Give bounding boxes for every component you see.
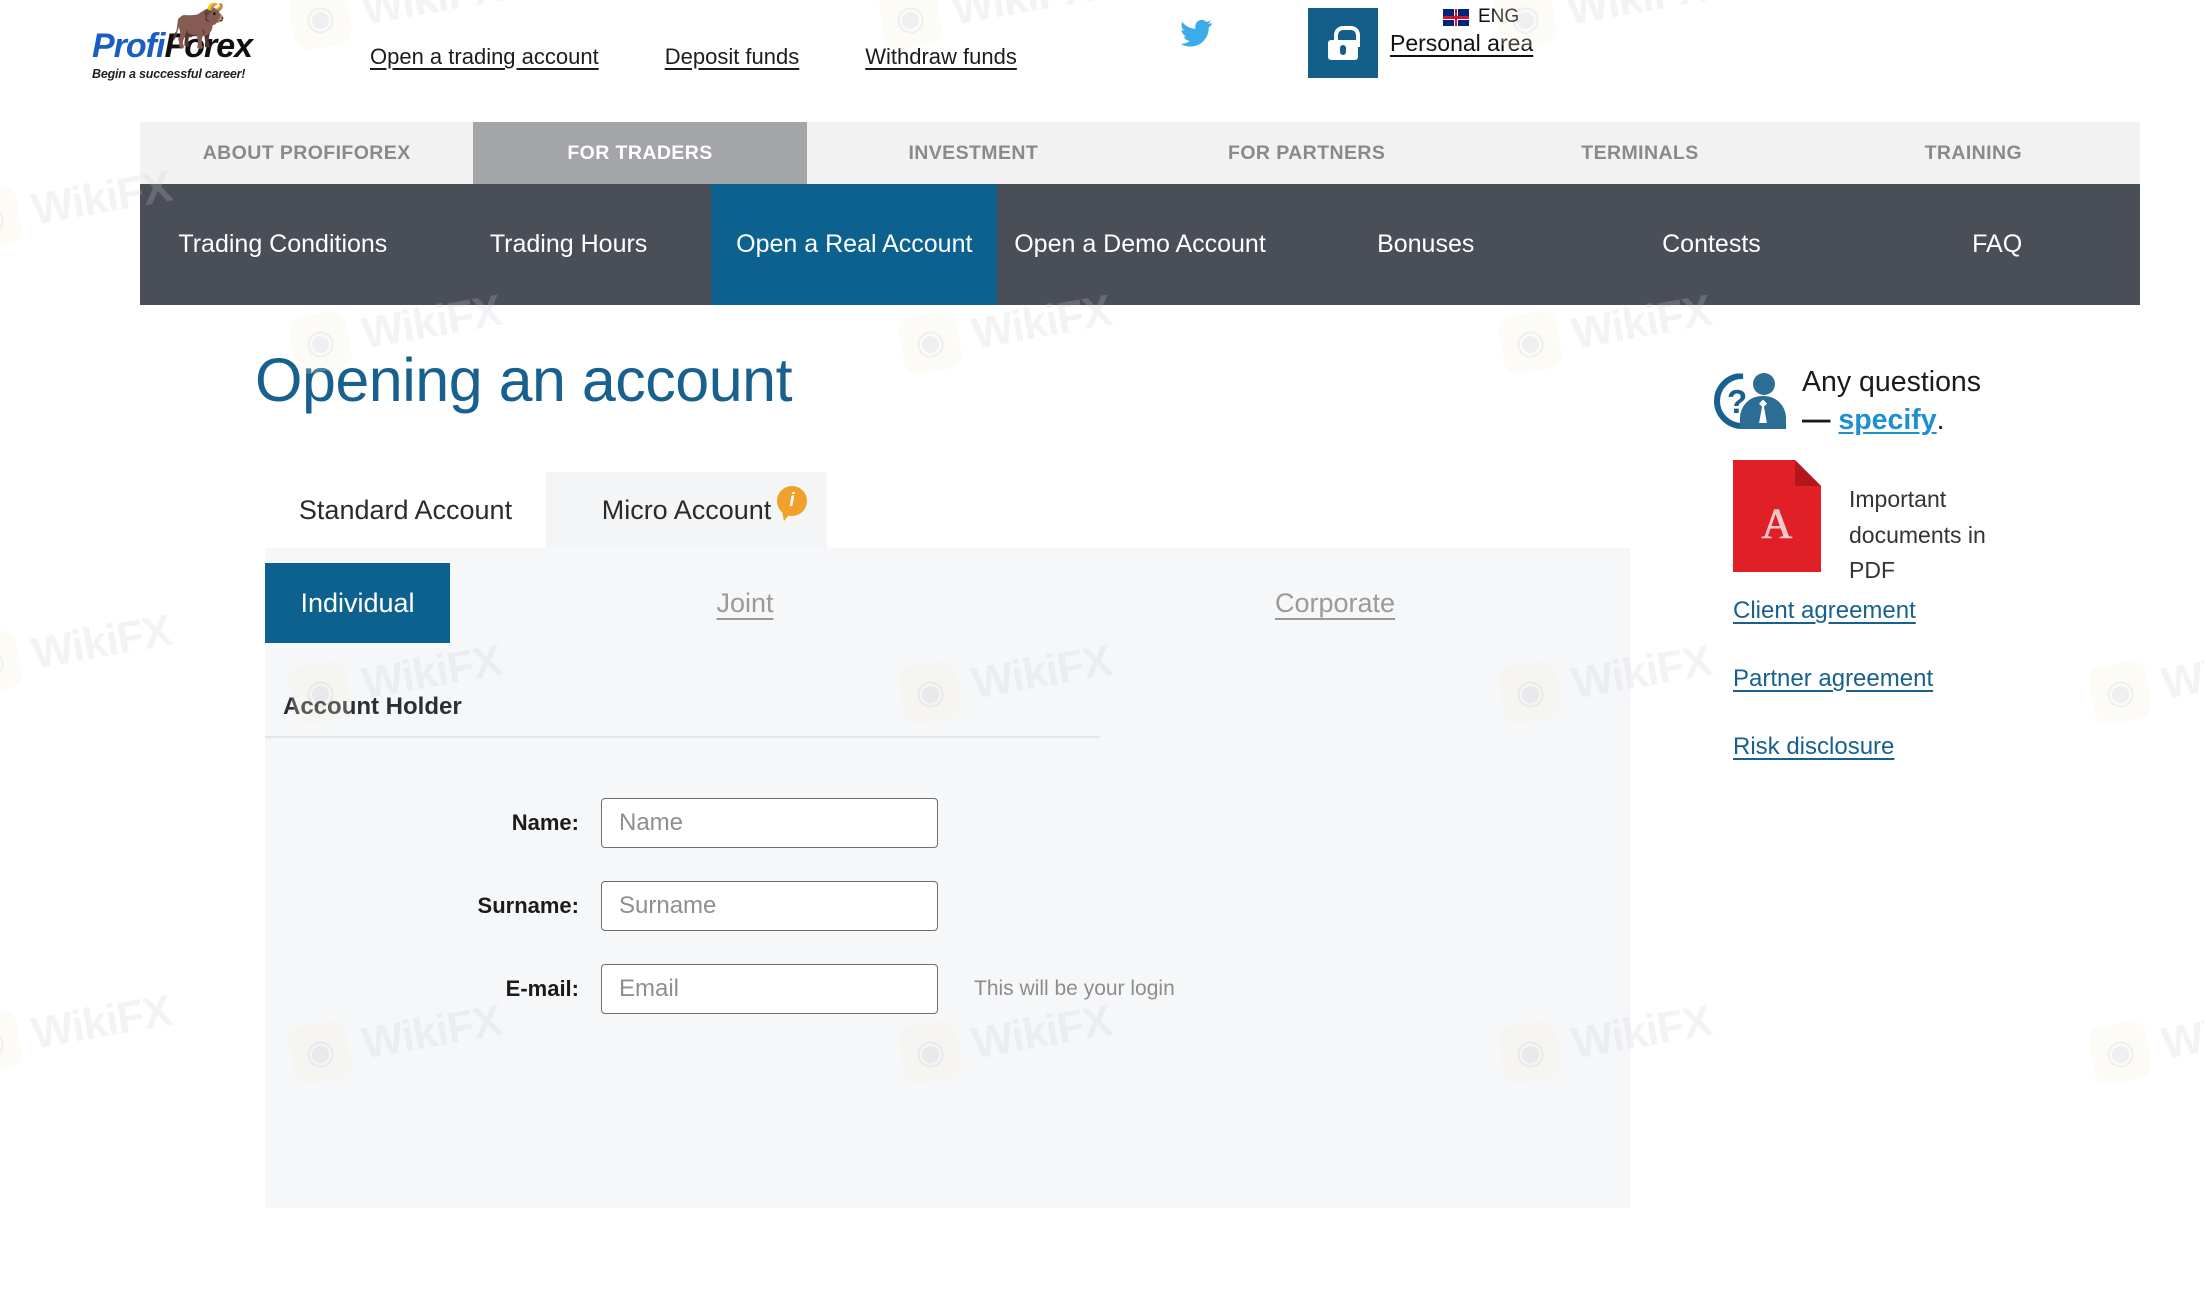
watermark: ◉WikiFX <box>2086 992 2204 1086</box>
any-questions-block[interactable]: ? Any questions — specify. <box>1714 363 1981 440</box>
header-quick-links: Open a trading account Deposit funds Wit… <box>370 44 1017 70</box>
personal-area-lock-button[interactable] <box>1308 8 1378 78</box>
watermark: ◉WikiFX <box>0 602 176 696</box>
tab-micro-account[interactable]: Micro Account i <box>546 472 827 548</box>
watermark-badge: ◉ <box>0 1008 24 1076</box>
subnav-trading-hours[interactable]: Trading Hours <box>426 184 712 305</box>
surname-input[interactable] <box>601 881 938 931</box>
account-type-tabs: Standard Account Micro Account i <box>265 472 827 548</box>
padlock-icon <box>1328 26 1360 60</box>
section-divider <box>265 736 1100 738</box>
watermark: ◉WikiFX <box>2086 632 2204 726</box>
uk-flag-icon <box>1443 8 1469 26</box>
specify-link[interactable]: specify <box>1838 404 1936 436</box>
tab-individual[interactable]: Individual <box>265 563 450 643</box>
subnav-contests[interactable]: Contests <box>1569 184 1855 305</box>
site-header: 🐂 ProfiForex Begin a successful career! … <box>0 0 2204 110</box>
any-questions-line2: — specify. <box>1802 401 1981 439</box>
watermark-badge: ◉ <box>1496 308 1564 376</box>
watermark-badge: ◉ <box>2086 1018 2154 1086</box>
watermark-text: WikiFX <box>2158 995 2204 1069</box>
subnav-open-demo-account[interactable]: Open a Demo Account <box>997 184 1283 305</box>
watermark-badge: ◉ <box>896 308 964 376</box>
registration-form-panel: Individual Joint Corporate Account Holde… <box>265 548 1630 1208</box>
field-row-email: E-mail: This will be your login <box>401 964 1175 1014</box>
field-row-name: Name: <box>401 798 938 848</box>
nav-about-profiforex[interactable]: ABOUT PROFIFOREX <box>140 122 473 184</box>
page-title: Opening an account <box>255 346 793 414</box>
subnav-faq[interactable]: FAQ <box>1854 184 2140 305</box>
any-questions-line1: Any questions <box>1802 366 1982 398</box>
tab-corporate[interactable]: Corporate <box>1040 563 1630 643</box>
nav-for-traders[interactable]: FOR TRADERS <box>473 122 807 184</box>
watermark-badge: ◉ <box>2086 658 2154 726</box>
nav-for-partners[interactable]: FOR PARTNERS <box>1140 122 1473 184</box>
link-withdraw-funds[interactable]: Withdraw funds <box>865 44 1017 70</box>
link-risk-disclosure[interactable]: Risk disclosure <box>1733 733 1933 761</box>
label-name: Name: <box>511 810 579 835</box>
support-agent-question-icon: ? <box>1714 369 1786 433</box>
email-hint: This will be your login <box>974 977 1175 1000</box>
watermark: ◉WikiFX <box>0 982 176 1076</box>
nav-terminals[interactable]: TERMINALS <box>1473 122 1806 184</box>
tab-micro-account-label: Micro Account <box>601 494 772 525</box>
label-email: E-mail: <box>505 976 579 1001</box>
section-title-account-holder: Account Holder <box>283 693 462 720</box>
watermark-text: WikiFX <box>2158 635 2204 709</box>
any-questions-text: Any questions — specify. <box>1802 363 1981 440</box>
link-open-trading-account[interactable]: Open a trading account <box>370 44 599 70</box>
logo-brand-part1: Profi <box>92 27 165 65</box>
name-input[interactable] <box>601 798 938 848</box>
important-documents-block: ᴀ Important documents in PDF <box>1733 460 2019 589</box>
field-row-surname: Surname: <box>401 881 938 931</box>
watermark-text: WikiFX <box>28 605 175 679</box>
tab-standard-account[interactable]: Standard Account <box>265 472 546 548</box>
info-icon[interactable]: i <box>777 486 807 516</box>
site-logo[interactable]: 🐂 ProfiForex Begin a successful career! <box>92 0 253 82</box>
main-navigation: ABOUT PROFIFOREX FOR TRADERS INVESTMENT … <box>140 122 2140 184</box>
link-partner-agreement[interactable]: Partner agreement <box>1733 665 1933 693</box>
label-surname: Surname: <box>477 893 579 918</box>
holder-type-tabs: Individual Joint Corporate <box>265 563 1630 643</box>
personal-area-link[interactable]: Personal area <box>1390 30 1533 57</box>
watermark-badge: ◉ <box>0 628 24 696</box>
sub-navigation: Trading Conditions Trading Hours Open a … <box>140 184 2140 305</box>
pdf-file-icon[interactable]: ᴀ <box>1733 460 1821 572</box>
nav-training[interactable]: TRAINING <box>1807 122 2140 184</box>
em-dash: — <box>1802 404 1831 437</box>
padlock-keyhole <box>1340 45 1346 55</box>
watermark-badge: ◉ <box>0 184 24 252</box>
nav-investment[interactable]: INVESTMENT <box>807 122 1140 184</box>
subnav-bonuses[interactable]: Bonuses <box>1283 184 1569 305</box>
language-code: ENG <box>1478 6 1520 27</box>
logo-tagline: Begin a successful career! <box>92 67 246 82</box>
twitter-icon[interactable] <box>1176 16 1216 59</box>
link-client-agreement[interactable]: Client agreement <box>1733 597 1933 625</box>
link-deposit-funds[interactable]: Deposit funds <box>665 44 800 70</box>
document-links: Client agreement Partner agreement Risk … <box>1733 597 1933 761</box>
period: . <box>1936 404 1945 437</box>
email-input[interactable] <box>601 964 938 1014</box>
bull-logo-icon: 🐂 <box>170 0 228 51</box>
subnav-trading-conditions[interactable]: Trading Conditions <box>140 184 426 305</box>
language-selector[interactable]: ENG <box>1443 6 1519 28</box>
watermark-text: WikiFX <box>28 985 175 1059</box>
tab-joint[interactable]: Joint <box>450 563 1040 643</box>
tab-standard-account-label: Standard Account <box>298 494 513 525</box>
important-documents-label: Important documents in PDF <box>1849 486 1986 584</box>
subnav-open-real-account[interactable]: Open a Real Account <box>711 184 998 305</box>
